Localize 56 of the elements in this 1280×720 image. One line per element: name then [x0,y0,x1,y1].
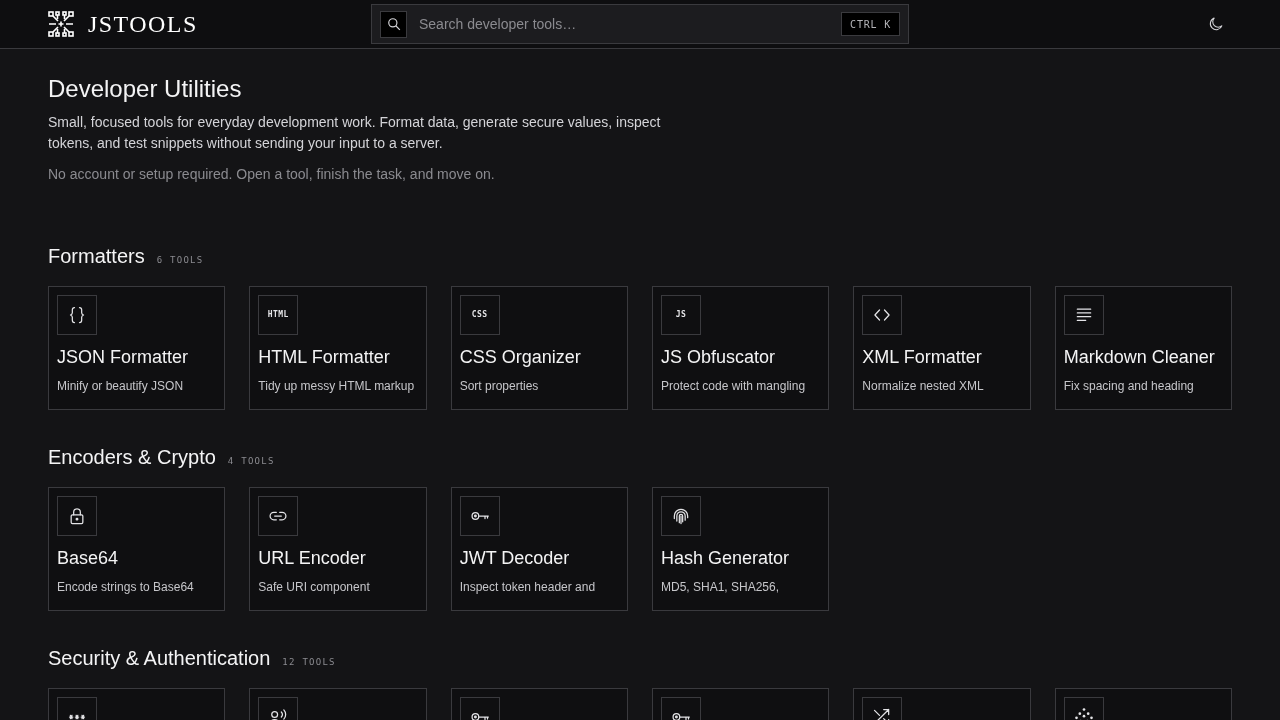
logo-text: JSTOOLS [88,10,198,38]
tool-card[interactable]: XML Formatter Normalize nested XML [853,286,1031,410]
text-lines-icon [1063,295,1104,335]
tool-count: 6 TOOLS [156,254,204,267]
intro-text: Small, focused tools for everyday development work. Format data, generate secure values, inspect tokens, and test snippets without sending your input to a server. [48,113,662,153]
tool-card[interactable]: CSS CSS Organizer Sort properties [450,286,628,410]
fingerprint-icon [661,496,701,536]
shortcut-key: CTRL K [841,12,900,36]
section-title: Encoders & Crypto [48,445,216,469]
tool-title: Base64 [57,547,120,570]
key-icon [459,496,500,536]
tool-title: URL Encoder [258,547,367,570]
tool-description: Minify or beautify JSON [57,378,185,395]
intro-note: No account or setup required. Open a tool, finish the task, and move on. [48,165,496,184]
tool-title: JSON Formatter [57,346,190,369]
tool-card[interactable]: JS JS Obfuscator Protect code with mangling [652,286,830,410]
tool-description: Encode strings to Base64 [57,579,195,596]
tool-count: 4 TOOLS [227,455,275,468]
tool-title: HTML Formatter [258,346,391,369]
moon-icon[interactable] [1208,16,1224,32]
tool-card[interactable]: URL Encoder Safe URI component [249,487,427,611]
tool-glyph: HTML [258,295,299,335]
tool-description: Fix spacing and heading [1063,378,1195,395]
tool-title: Hash Generator [661,547,791,570]
tool-card[interactable]: Base64 Encode strings to Base64 [48,487,226,611]
search-input[interactable]: Search developer tools… [419,8,830,40]
tool-title: XML Formatter [862,346,983,369]
page-title: Developer Utilities [48,74,243,104]
search-field[interactable]: Search developer tools… CTRL K [371,4,909,44]
tool-description: Protect code with mangling [661,378,807,395]
tool-title: JWT Decoder [459,547,571,570]
tool-description: Sort properties [459,378,540,395]
lock-icon [57,496,97,536]
braces-icon [57,295,97,335]
logo-icon [48,11,74,37]
tool-title: JS Obfuscator [661,346,777,369]
tool-card[interactable]: HTML HTML Formatter Tidy up messy HTML markup [249,286,427,410]
tool-count: 12 TOOLS [282,656,336,669]
tool-title: CSS Organizer [459,346,582,369]
tool-description: Safe URI component [258,579,371,596]
link-icon [258,496,299,536]
tool-title: Markdown Cleaner [1063,346,1216,369]
tool-card[interactable]: Markdown Cleaner Fix spacing and heading [1054,286,1232,410]
chevrons-icon [862,295,903,335]
tool-glyph: JS [661,295,701,335]
tool-card[interactable]: Hash Generator MD5, SHA1, SHA256, [652,487,830,611]
section-title: Security & Authentication [48,646,271,670]
tool-card[interactable]: JWT Decoder Inspect token header and [450,487,628,611]
tool-card[interactable]: JSON Formatter Minify or beautify JSON [48,286,226,410]
tool-glyph: CSS [459,295,500,335]
search-icon [380,10,407,38]
tool-description: MD5, SHA1, SHA256, [661,579,781,596]
tool-description: Inspect token header and [459,579,597,596]
tool-description: Normalize nested XML [862,378,985,395]
tool-description: Tidy up messy HTML markup [258,378,416,395]
section-title: Formatters [48,244,145,268]
